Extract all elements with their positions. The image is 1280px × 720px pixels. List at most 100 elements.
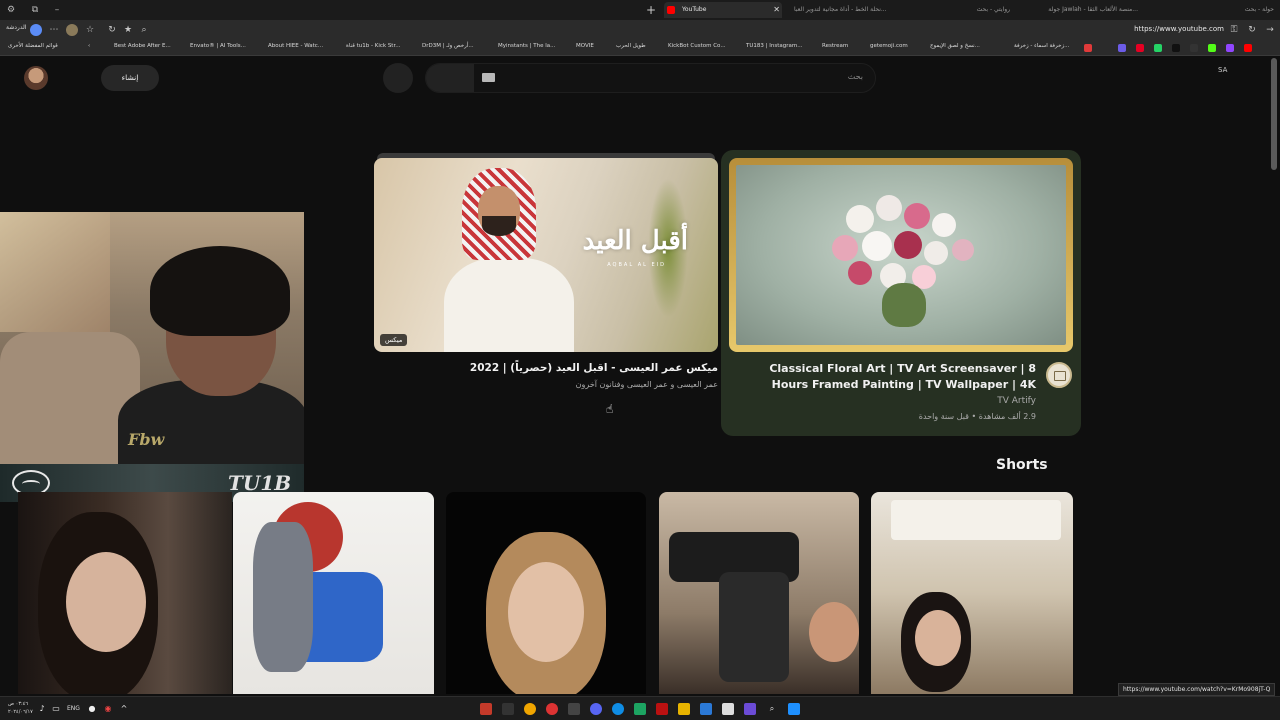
country-code: SA [1218, 66, 1228, 74]
account-avatar[interactable] [24, 66, 48, 90]
shorts-section-title: Shorts [996, 457, 1048, 473]
tab-label: نحلة الخط - أداة مجانية لتدوير العبا... [794, 6, 887, 13]
bookmark-item[interactable]: getemoji.com [870, 43, 908, 49]
video-title[interactable]: ميكس عمر العيسى - اقبل العيد (حصرياً) | … [374, 362, 718, 374]
tiktok-icon[interactable] [1172, 44, 1180, 52]
tab-novels[interactable]: روايتي - بحث [906, 2, 1024, 18]
chat-profile-label[interactable]: الدردشة [6, 24, 26, 31]
bookmark-item[interactable]: Best Adobe After E... [114, 43, 171, 49]
voice-search-button[interactable] [383, 63, 413, 93]
youtube-icon[interactable] [1244, 44, 1252, 52]
network-icon[interactable]: ▭ [50, 703, 62, 715]
tab-label: YouTube [682, 6, 707, 13]
bookmark-item[interactable]: طويل الحرب [616, 43, 646, 49]
zoom-icon[interactable]: ⌕ [138, 24, 150, 36]
bookmark-icon[interactable] [1118, 44, 1126, 52]
bookmark-item[interactable]: Restream [822, 43, 848, 49]
bookmark-other-favorites[interactable]: قوائم المفضلة الأخرى [8, 43, 58, 49]
bookmark-item[interactable]: زخرفة اسماء - زخرفة... [1014, 43, 1069, 49]
app-icon[interactable] [502, 703, 514, 715]
search-placeholder: بحث [847, 72, 863, 81]
tab-search[interactable]: حولة - بحث [1148, 2, 1278, 18]
clock-date[interactable]: ٢٠٢٤/٠٦/١٧ [8, 709, 33, 715]
clock-time[interactable]: ٠٣:٤٦ ص [8, 701, 28, 707]
bookmark-icon[interactable] [1084, 44, 1092, 52]
search-input[interactable]: بحث [425, 63, 876, 93]
video-thumbnail[interactable] [729, 158, 1073, 352]
refresh-icon[interactable]: ↻ [106, 24, 118, 36]
tab-actions-icon[interactable]: ⧉ [28, 3, 42, 17]
speaker-icon[interactable]: ♪ [36, 703, 48, 715]
bookmark-item[interactable]: DrD3M | أرخص ولـ... [422, 43, 474, 49]
bookmark-item[interactable]: KickBot Custom Co... [668, 43, 726, 49]
star-icon[interactable]: ★ [122, 24, 134, 36]
profile-avatar-icon[interactable] [30, 24, 42, 36]
new-tab-button[interactable]: + [646, 2, 656, 18]
chevron-left-icon[interactable]: ‹ [88, 43, 90, 49]
short-thumbnail[interactable] [18, 492, 232, 694]
mic-icon[interactable]: ● [86, 703, 98, 715]
app-icon[interactable] [480, 703, 492, 715]
shirt-text: Fbw [128, 430, 165, 449]
channel-name[interactable]: TV Artify [738, 396, 1036, 406]
app-icon[interactable] [744, 703, 756, 715]
app-icon[interactable] [568, 703, 580, 715]
twitch-icon[interactable] [1226, 44, 1234, 52]
link-preview-url: https://www.youtube.com/watch?v=KrMo908j… [1118, 683, 1276, 696]
bookmark-item[interactable]: About HIEE - Watc... [268, 43, 323, 49]
app-menu-icon[interactable]: ⚙ [4, 3, 18, 17]
short-thumbnail[interactable] [871, 492, 1073, 694]
chevron-up-icon[interactable]: ^ [118, 703, 130, 715]
page-scrollbar[interactable] [1271, 58, 1277, 170]
tab-label: روايتي - بحث [976, 6, 1010, 13]
favorites-icon[interactable]: ☆ [84, 24, 96, 36]
store-icon[interactable] [722, 703, 734, 715]
extension-icon[interactable] [66, 24, 78, 36]
input-language[interactable]: ENG [67, 705, 80, 712]
tab-calligraphy[interactable]: نحلة الخط - أداة مجانية لتدوير العبا... [786, 2, 904, 18]
short-thumbnail[interactable] [233, 492, 434, 694]
tab-jawlah[interactable]: جولة Jawlah - منصة الألعاب الثقا... [1028, 2, 1144, 18]
lock-icon[interactable]: ⚿ [1228, 24, 1240, 36]
short-thumbnail[interactable] [659, 492, 859, 694]
kick-icon[interactable] [1208, 44, 1216, 52]
app-icon[interactable] [700, 703, 712, 715]
keyboard-icon[interactable] [482, 73, 495, 82]
x-icon[interactable] [1190, 44, 1198, 52]
close-tab-icon[interactable]: ✕ [773, 2, 780, 18]
whatsapp-icon[interactable] [1154, 44, 1162, 52]
bookmark-item[interactable]: MOVIE [576, 43, 594, 49]
search-icon[interactable]: ⌕ [766, 703, 778, 715]
bookmark-item[interactable]: Envato® | AI Tools... [190, 43, 246, 49]
bookmark-item[interactable]: نسخ و لصق الإيموج... [930, 43, 980, 49]
bookmark-item[interactable]: قناة tu1b - Kick Str... [346, 43, 400, 49]
app-icon[interactable] [634, 703, 646, 715]
app-icon[interactable] [656, 703, 668, 715]
pinterest-icon[interactable] [1136, 44, 1144, 52]
short-thumbnail[interactable] [446, 492, 646, 694]
channel-avatar[interactable] [1046, 362, 1072, 388]
more-icon[interactable]: ⋯ [48, 24, 60, 36]
record-icon[interactable]: ◉ [102, 703, 114, 715]
windows-start-icon[interactable] [788, 703, 800, 715]
channel-name[interactable]: عمر العيسى و عمر العيسى وفنانون آخرون [374, 380, 718, 389]
folder-icon[interactable] [678, 703, 690, 715]
singer-image [444, 168, 574, 352]
create-button[interactable]: إنشاء [101, 65, 159, 91]
video-thumbnail[interactable]: أقبل العيد AQBAL AL EID ميكس [374, 158, 718, 352]
obs-icon[interactable] [546, 703, 558, 715]
search-button[interactable] [426, 64, 474, 92]
minimize-icon[interactable]: – [50, 3, 64, 17]
chrome-icon[interactable] [524, 703, 536, 715]
tab-youtube[interactable]: YouTube ✕ [664, 2, 782, 18]
back-icon[interactable]: → [1264, 24, 1276, 36]
video-title[interactable]: Classical Floral Art | TV Art Screensave… [738, 361, 1036, 393]
discord-icon[interactable] [590, 703, 602, 715]
edge-icon[interactable] [612, 703, 624, 715]
url-field[interactable]: https://www.youtube.com [1134, 25, 1224, 33]
bookmark-item[interactable]: Myinstants | The la... [498, 43, 555, 49]
bookmark-item[interactable]: TU183 | Instagram... [746, 43, 802, 49]
reload-icon[interactable]: ↻ [1246, 24, 1258, 36]
address-bar: الدردشة ⋯ ☆ ↻ ★ ⌕ https://www.youtube.co… [0, 20, 1280, 40]
youtube-favicon-icon [667, 6, 675, 14]
